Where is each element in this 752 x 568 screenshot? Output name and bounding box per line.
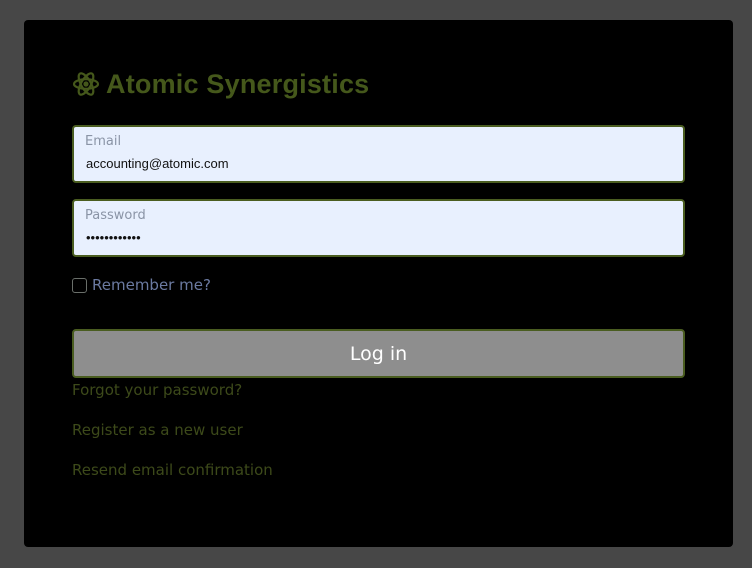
login-panel: Atomic Synergistics Email Password Remem… xyxy=(24,20,733,547)
brand-title: Atomic Synergistics xyxy=(106,68,370,99)
remember-me-label[interactable]: Remember me? xyxy=(92,276,211,294)
remember-me[interactable]: Remember me? xyxy=(72,276,211,294)
remember-me-checkbox[interactable] xyxy=(72,277,87,293)
password-label: Password xyxy=(85,208,146,223)
login-button[interactable]: Log in xyxy=(72,329,685,378)
email-field[interactable]: Email xyxy=(72,125,685,183)
brand-header: Atomic Synergistics xyxy=(72,67,369,101)
register-link[interactable]: Register as a new user xyxy=(72,421,243,439)
forgot-password-link[interactable]: Forgot your password? xyxy=(72,381,242,399)
email-label: Email xyxy=(85,134,122,149)
password-field[interactable]: Password xyxy=(72,199,685,257)
atom-icon xyxy=(72,70,100,98)
resend-confirmation-link[interactable]: Resend email confirmation xyxy=(72,461,273,479)
email-input[interactable] xyxy=(86,156,666,171)
password-input[interactable] xyxy=(86,230,666,245)
